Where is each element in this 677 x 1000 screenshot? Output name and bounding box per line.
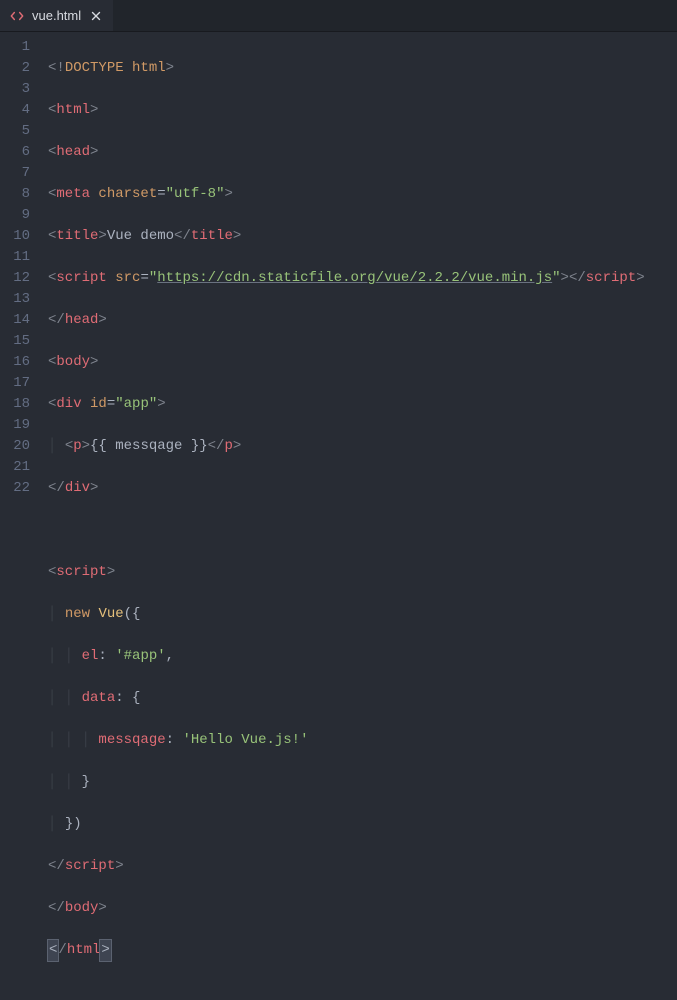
line-number: 20 xyxy=(0,436,30,457)
line-number: 16 xyxy=(0,352,30,373)
code-line: │ │ │ messqage: 'Hello Vue.js!' xyxy=(48,730,645,751)
code-line: │ │ } xyxy=(48,772,645,793)
code-line: <meta charset="utf-8"> xyxy=(48,184,645,205)
line-number: 18 xyxy=(0,394,30,415)
code-line: │ new Vue({ xyxy=(48,604,645,625)
code-line: │ <p>{{ messqage }}</p> xyxy=(48,436,645,457)
code-line: <script> xyxy=(48,562,645,583)
code-line: <body> xyxy=(48,352,645,373)
code-icon xyxy=(10,9,24,23)
code-line: <!DOCTYPE html> xyxy=(48,58,645,79)
code-line: <head> xyxy=(48,142,645,163)
editor[interactable]: 1 2 3 4 5 6 7 8 9 10 11 12 13 14 15 16 1… xyxy=(0,32,677,500)
line-number: 17 xyxy=(0,373,30,394)
code-line: </script> xyxy=(48,856,645,877)
line-number: 5 xyxy=(0,121,30,142)
line-number: 10 xyxy=(0,226,30,247)
line-number: 14 xyxy=(0,310,30,331)
line-number: 21 xyxy=(0,457,30,478)
gutter: 1 2 3 4 5 6 7 8 9 10 11 12 13 14 15 16 1… xyxy=(0,32,48,500)
line-number: 3 xyxy=(0,79,30,100)
line-number: 6 xyxy=(0,142,30,163)
line-number: 11 xyxy=(0,247,30,268)
tab-filename: vue.html xyxy=(32,8,81,23)
code-line xyxy=(48,520,645,541)
tab-vue-html[interactable]: vue.html xyxy=(0,0,113,31)
line-number: 4 xyxy=(0,100,30,121)
cursor-start: < xyxy=(48,940,58,961)
code-line: │ │ data: { xyxy=(48,688,645,709)
line-number: 1 xyxy=(0,37,30,58)
code-area[interactable]: <!DOCTYPE html> <html> <head> <meta char… xyxy=(48,32,645,500)
line-number: 2 xyxy=(0,58,30,79)
line-number: 12 xyxy=(0,268,30,289)
code-line: </html> xyxy=(48,940,645,961)
code-line: <html> xyxy=(48,100,645,121)
line-number: 15 xyxy=(0,331,30,352)
cursor-end: > xyxy=(100,940,110,961)
code-line: <script src="https://cdn.staticfile.org/… xyxy=(48,268,645,289)
line-number: 9 xyxy=(0,205,30,226)
close-icon[interactable] xyxy=(89,9,103,23)
tab-bar: vue.html xyxy=(0,0,677,32)
line-number: 13 xyxy=(0,289,30,310)
line-number: 8 xyxy=(0,184,30,205)
code-line: │ }) xyxy=(48,814,645,835)
code-line: <title>Vue demo</title> xyxy=(48,226,645,247)
code-line: </head> xyxy=(48,310,645,331)
line-number: 19 xyxy=(0,415,30,436)
line-number: 7 xyxy=(0,163,30,184)
code-line: </div> xyxy=(48,478,645,499)
code-line: </body> xyxy=(48,898,645,919)
code-line: │ │ el: '#app', xyxy=(48,646,645,667)
code-line: <div id="app"> xyxy=(48,394,645,415)
line-number: 22 xyxy=(0,478,30,499)
